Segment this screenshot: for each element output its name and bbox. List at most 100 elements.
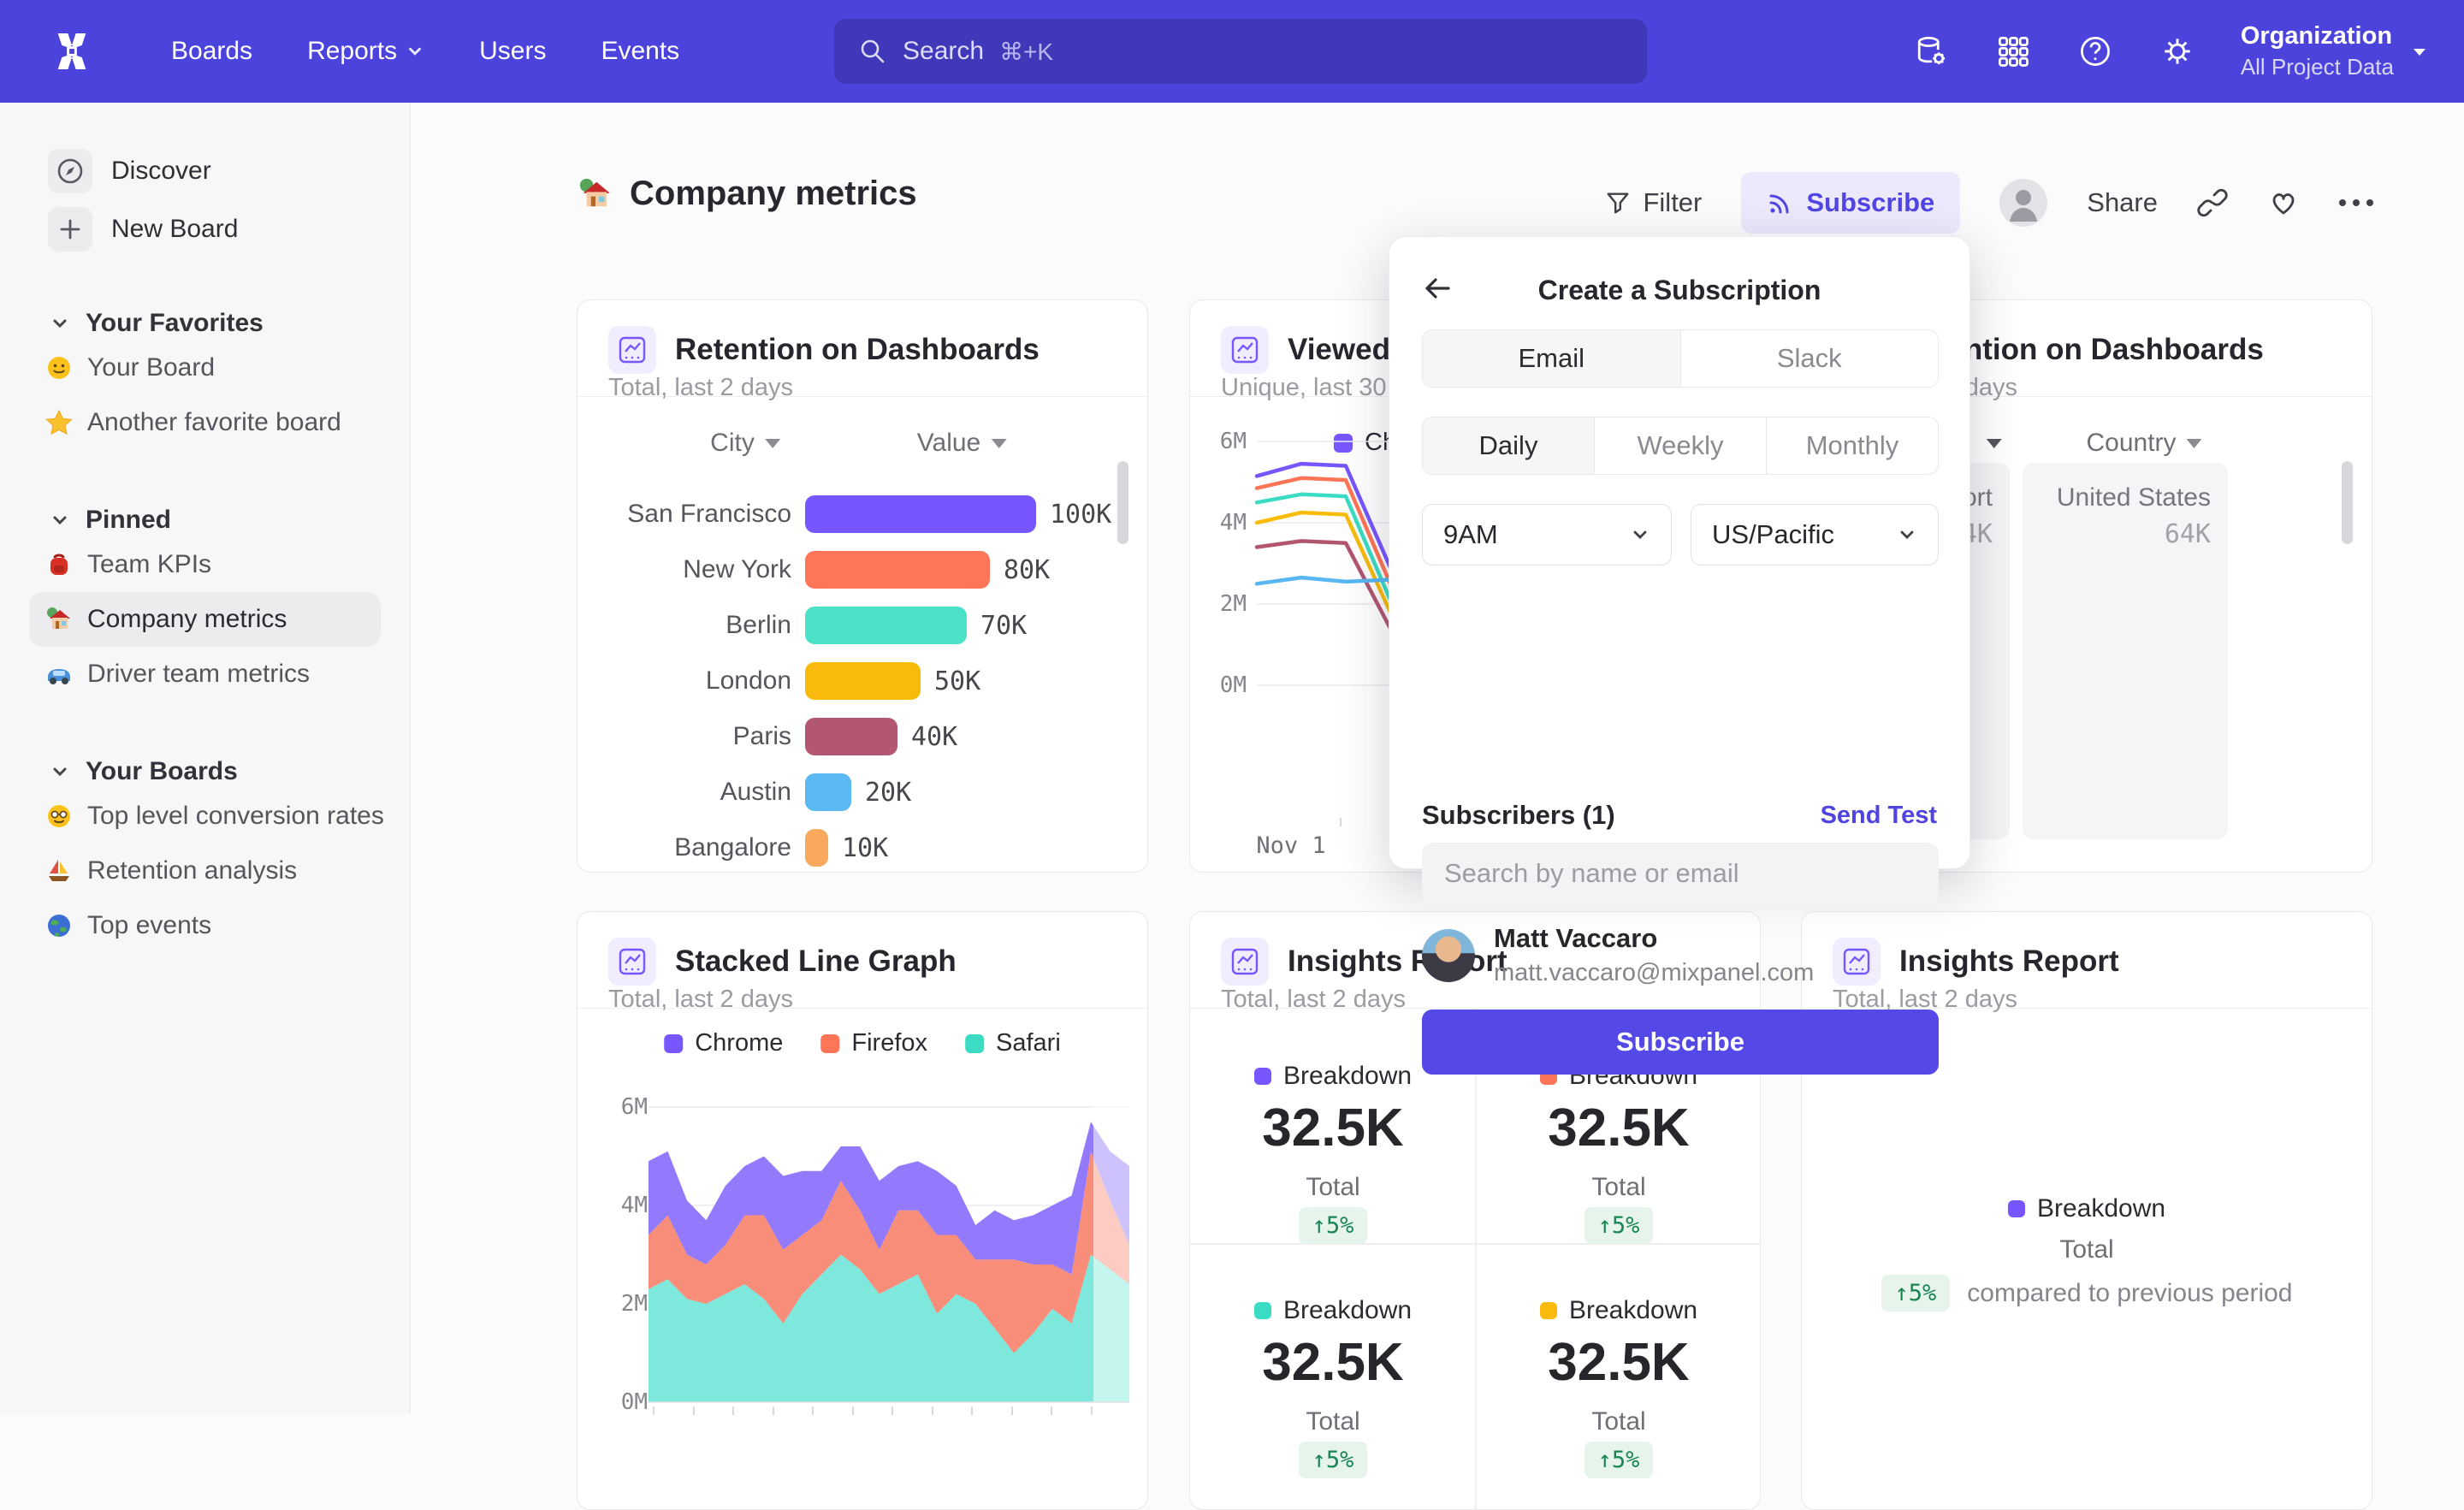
x-axis-tick xyxy=(1091,1406,1093,1415)
delta-badge: ↑5% xyxy=(1299,1442,1368,1478)
filter-button[interactable]: Filter xyxy=(1605,187,1702,218)
nav-users[interactable]: Users xyxy=(479,37,546,66)
table-row[interactable]: New York80K xyxy=(578,551,1147,589)
sidebar: Discover New Board Your Favorites Your B… xyxy=(0,103,411,1413)
sidebar-section-pinned[interactable]: Pinned xyxy=(0,503,410,537)
nav-events[interactable]: Events xyxy=(601,37,679,66)
sidebar-item-team-kpis[interactable]: Team KPIs xyxy=(0,537,410,592)
table-row[interactable]: Austin20K xyxy=(578,773,1147,811)
page-title: Company metrics xyxy=(630,175,917,213)
copy-link-icon[interactable] xyxy=(2197,187,2228,218)
global-search-input[interactable]: Search ⌘+K xyxy=(834,19,1647,84)
modal-title: Create a Subscription xyxy=(1389,275,1969,306)
subscriber-row[interactable]: Matt Vaccaro matt.vaccaro@mixpanel.com xyxy=(1422,923,1814,987)
metric-cell[interactable]: Breakdown 32.5K Total ↑5% xyxy=(1476,1243,1761,1477)
table-row[interactable]: San Francisco100K xyxy=(578,495,1147,533)
favorite-heart-icon[interactable] xyxy=(2267,187,2300,219)
subscriber-name: Matt Vaccaro xyxy=(1494,923,1814,954)
apps-grid-icon[interactable] xyxy=(1994,33,2032,70)
share-button[interactable]: Share xyxy=(2087,187,2158,218)
table-row[interactable]: Berlin70K xyxy=(578,607,1147,644)
sidebar-item-another-favorite-board[interactable]: Another favorite board xyxy=(0,395,410,450)
bar[interactable] xyxy=(805,551,990,589)
chevron-down-icon xyxy=(1897,524,1917,545)
sidebar-item-driver-team-metrics[interactable]: Driver team metrics xyxy=(0,647,410,702)
report-chart-icon xyxy=(1833,938,1881,986)
table-row[interactable]: London50K xyxy=(578,662,1147,700)
sidebar-item-label: Top level conversion rates xyxy=(87,802,384,831)
sidebar-section-your-favorites[interactable]: Your Favorites xyxy=(0,306,410,340)
modal-subscribe-button[interactable]: Subscribe xyxy=(1422,1010,1939,1075)
sidebar-item-your-board[interactable]: Your Board xyxy=(0,340,410,395)
subscriber-search-input[interactable]: Search by name or email xyxy=(1422,843,1939,904)
data-management-icon[interactable] xyxy=(1912,33,1950,70)
column-header-country[interactable]: Country xyxy=(2086,429,2201,458)
tab-weekly[interactable]: Weekly xyxy=(1594,417,1766,474)
send-test-link[interactable]: Send Test xyxy=(1821,802,1937,830)
avatar[interactable] xyxy=(1999,179,2047,227)
sidebar-item-label: Your Board xyxy=(87,353,215,382)
mixpanel-logo-icon[interactable] xyxy=(48,27,96,75)
table-row[interactable]: Bangalore10K xyxy=(578,829,1147,867)
board-title: Company metrics xyxy=(577,175,917,213)
x-axis-tick xyxy=(653,1406,654,1415)
tab-slack[interactable]: Slack xyxy=(1680,330,1939,387)
bar-category: Bangalore xyxy=(578,833,791,862)
tab-daily[interactable]: Daily xyxy=(1423,417,1594,474)
x-axis-tick xyxy=(812,1406,814,1415)
settings-gear-icon[interactable] xyxy=(2159,33,2196,70)
house-icon xyxy=(577,175,614,213)
tab-email[interactable]: Email xyxy=(1423,330,1680,387)
bar-category: Austin xyxy=(578,778,791,807)
scrollbar-thumb[interactable] xyxy=(1117,461,1128,544)
car-icon xyxy=(44,660,74,689)
column-header-hidden[interactable]: • xyxy=(1967,429,2002,458)
column-header-value[interactable]: Value xyxy=(917,429,1007,458)
metric-cell[interactable]: Breakdown 32.5K Total ↑5% xyxy=(1190,1243,1476,1477)
tab-monthly[interactable]: Monthly xyxy=(1766,417,1938,474)
timezone-select[interactable]: US/Pacific xyxy=(1691,504,1939,566)
nav-boards[interactable]: Boards xyxy=(171,37,252,66)
help-icon[interactable] xyxy=(2076,33,2114,70)
filter-funnel-icon xyxy=(1605,190,1631,216)
channel-tabs: Email Slack xyxy=(1422,329,1939,388)
bar[interactable] xyxy=(805,607,967,644)
sidebar-item-retention-analysis[interactable]: Retention analysis xyxy=(0,844,410,898)
sidebar-item-top-level-conversion-rates[interactable]: Top level conversion rates xyxy=(0,789,410,844)
card-stacked-line-graph: Stacked Line Graph Total, last 2 days Ch… xyxy=(577,911,1148,1510)
sidebar-item-company-metrics[interactable]: Company metrics xyxy=(29,592,381,647)
total-label: Total xyxy=(1802,1235,2372,1264)
more-options-button[interactable] xyxy=(2339,199,2373,206)
subscribe-button[interactable]: Subscribe xyxy=(1741,172,1960,234)
bar[interactable] xyxy=(805,718,897,755)
sidebar-item-discover[interactable]: Discover xyxy=(0,147,410,195)
column-header-city[interactable]: City xyxy=(710,429,780,458)
card-title[interactable]: Retention on Dashboards xyxy=(675,333,1040,367)
bar[interactable] xyxy=(805,829,828,867)
sidebar-item-label: New Board xyxy=(111,215,238,244)
mixpanel-app: Boards Reports Users Events Search ⌘+K xyxy=(0,0,2464,1413)
compass-icon xyxy=(56,157,85,186)
time-select[interactable]: 9AM xyxy=(1422,504,1672,566)
org-project-switcher[interactable]: Organization All Project Data xyxy=(2241,22,2430,80)
card-title[interactable]: Stacked Line Graph xyxy=(675,944,957,979)
sidebar-item-new-board[interactable]: New Board xyxy=(0,205,410,253)
bar[interactable] xyxy=(805,773,851,811)
panel-label: United States xyxy=(2057,483,2211,512)
nav-reports[interactable]: Reports xyxy=(307,37,424,66)
card-title[interactable]: Insights Report xyxy=(1899,944,2119,979)
panel-value: 64K xyxy=(2165,519,2211,549)
country-panel[interactable]: United States 64K xyxy=(2023,463,2228,839)
report-chart-icon xyxy=(608,938,656,986)
bar[interactable] xyxy=(805,495,1036,533)
card-subtitle: Total, last 2 days xyxy=(608,986,793,1014)
sidebar-item-top-events[interactable]: Top events xyxy=(0,898,410,953)
x-axis-tick xyxy=(1011,1406,1013,1415)
table-row[interactable]: Paris40K xyxy=(578,718,1147,755)
card-insights-report-single: Insights Report Total, last 2 days Break… xyxy=(1801,911,2372,1510)
create-subscription-modal: Create a Subscription Email Slack Daily … xyxy=(1389,236,1970,869)
bar[interactable] xyxy=(805,662,921,700)
sidebar-section-your-boards[interactable]: Your Boards xyxy=(0,755,410,789)
subscriber-email: matt.vaccaro@mixpanel.com xyxy=(1494,959,1814,987)
scrollbar-thumb[interactable] xyxy=(2342,461,2353,544)
